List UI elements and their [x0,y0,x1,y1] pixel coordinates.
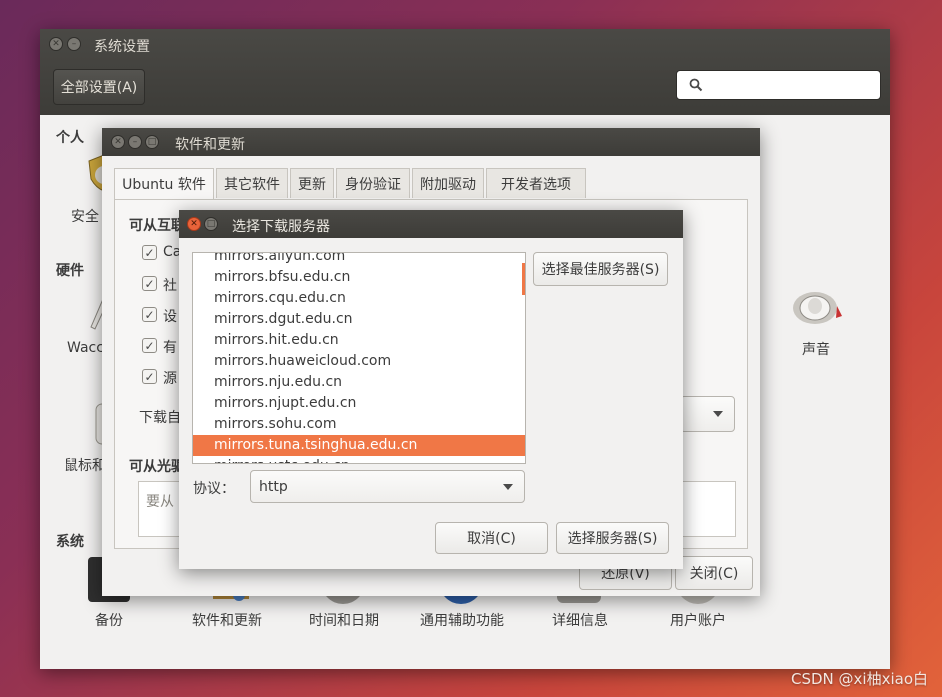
download-server-combo[interactable] [680,396,735,432]
checkbox-label: 有 [163,340,177,356]
section-personal: 个人 [56,130,84,146]
sound-icon[interactable] [790,288,844,328]
close-icon[interactable]: ✕ [187,217,201,231]
bottom-item-label: 软件和更新 [192,613,262,629]
section-system: 系统 [56,534,84,550]
tab-developer-options[interactable]: 开发者选项 [486,168,586,198]
list-item-selected[interactable]: mirrors.tuna.tsinghua.edu.cn [193,435,525,456]
protocol-label: 协议： [193,481,235,497]
bottom-item-label: 通用辅助功能 [420,613,504,629]
checkbox-canonical[interactable]: ✓ [142,245,157,260]
checkbox-label: 源 [163,371,177,387]
select-best-server-button[interactable]: 选择最佳服务器(S) [533,252,668,286]
minimize-icon[interactable]: □ [204,217,218,231]
window-title: 软件和更新 [175,137,245,153]
list-item[interactable]: mirrors.ustc.edu.cn [193,456,525,463]
mirror-list[interactable]: mirrors.aliyun.com mirrors.bfsu.edu.cn m… [192,252,526,464]
tab-updates[interactable]: 更新 [290,168,334,198]
section-internet: 可从互联 [129,218,185,234]
cdrom-placeholder: 要从 [146,494,174,510]
close-button[interactable]: 关闭(C) [675,556,753,590]
tab-bar: Ubuntu 软件 其它软件 更新 身份验证 附加驱动 开发者选项 [114,168,748,199]
section-cdrom: 可从光驱 [129,459,185,475]
minimize-icon[interactable]: – [128,135,142,149]
list-item[interactable]: mirrors.njupt.edu.cn [193,393,525,414]
bottom-item-label: 用户账户 [670,613,726,629]
item-mouse-label: 鼠标和 [64,458,106,474]
list-item[interactable]: mirrors.nju.edu.cn [193,372,525,393]
item-security-label: 安全 [71,209,99,225]
bottom-item-label: 时间和日期 [309,613,379,629]
checkbox-multiverse[interactable]: ✓ [142,338,157,353]
checkbox-community[interactable]: ✓ [142,276,157,291]
list-item[interactable]: mirrors.sohu.com [193,414,525,435]
dialog-titlebar: ✕ □ 选择下载服务器 [179,210,683,238]
tab-additional-drivers[interactable]: 附加驱动 [412,168,484,198]
list-item[interactable]: mirrors.cqu.edu.cn [193,288,525,309]
item-sound-label: 声音 [802,342,830,358]
close-icon[interactable]: ✕ [111,135,125,149]
chevron-down-icon [713,411,723,417]
dialog-title: 选择下载服务器 [232,219,330,235]
window-title: 系统设置 [94,39,150,55]
download-from-label: 下载自 [139,410,181,426]
protocol-value: http [259,478,288,495]
watermark: CSDN @xi柚xiao白 [791,670,928,688]
search-input[interactable] [676,70,881,100]
checkbox-label: 设 [163,309,177,325]
list-item[interactable]: mirrors.dgut.edu.cn [193,309,525,330]
item-wacom-label: Wacc [67,340,104,356]
cancel-button[interactable]: 取消(C) [435,522,548,554]
choose-server-button[interactable]: 选择服务器(S) [556,522,669,554]
search-icon [689,78,703,92]
software-updates-titlebar: ✕ – □ 软件和更新 [102,128,760,156]
close-icon[interactable]: ✕ [49,37,63,51]
list-item[interactable]: mirrors.huaweicloud.com [193,351,525,372]
protocol-combo[interactable]: http [250,470,525,503]
maximize-icon[interactable]: □ [145,135,159,149]
checkbox-label: 社 [163,278,177,294]
tab-authentication[interactable]: 身份验证 [336,168,410,198]
bottom-item-label: 详细信息 [552,613,608,629]
minimize-icon[interactable]: – [67,37,81,51]
system-settings-titlebar: ✕ – 系统设置 全部设置(A) [40,29,890,115]
checkbox-source[interactable]: ✓ [142,369,157,384]
bottom-item-label: 备份 [95,613,123,629]
list-item[interactable]: mirrors.aliyun.com [193,253,525,267]
tab-other-software[interactable]: 其它软件 [216,168,288,198]
tab-ubuntu-software[interactable]: Ubuntu 软件 [114,168,214,199]
list-scrollbar[interactable] [522,263,525,295]
section-hardware: 硬件 [56,263,84,279]
chevron-down-icon [503,483,513,490]
list-item[interactable]: mirrors.bfsu.edu.cn [193,267,525,288]
checkbox-restricted[interactable]: ✓ [142,307,157,322]
list-item[interactable]: mirrors.hit.edu.cn [193,330,525,351]
all-settings-button[interactable]: 全部设置(A) [53,69,145,105]
choose-server-dialog: ✕ □ 选择下载服务器 mirrors.aliyun.com mirrors.b… [179,210,683,569]
